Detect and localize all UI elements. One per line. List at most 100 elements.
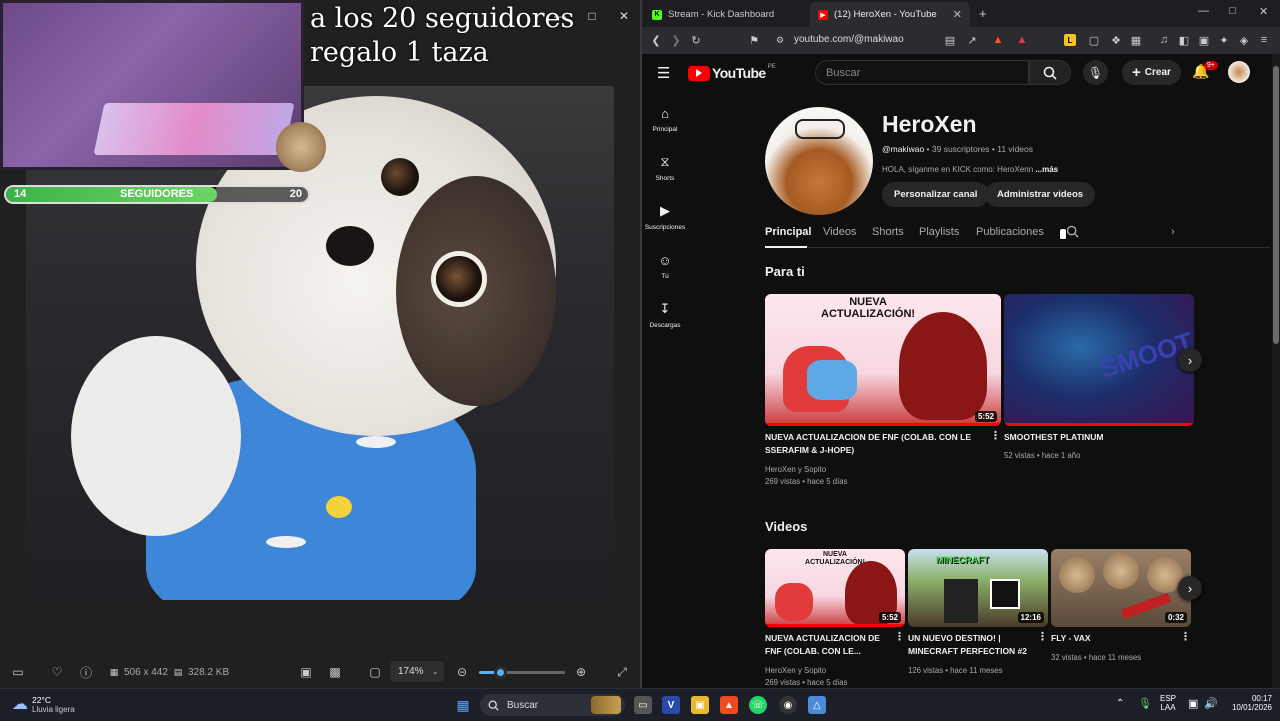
- start-icon[interactable]: ▦: [454, 696, 472, 714]
- weather-widget[interactable]: ☁ 22°C Lluvia ligera: [12, 694, 75, 714]
- tab-shorts[interactable]: Shorts: [872, 226, 904, 238]
- install-app-icon[interactable]: ▤: [942, 32, 958, 48]
- more-actions-icon[interactable]: ⋮: [1180, 630, 1191, 643]
- back-icon[interactable]: ❮: [648, 32, 664, 48]
- channel-description[interactable]: HOLA, síganme en KICK como: HeroXenn ...…: [882, 165, 1058, 174]
- tab-principal[interactable]: Principal: [765, 226, 811, 238]
- search-button[interactable]: [1029, 60, 1071, 85]
- guide-item-principal[interactable]: ⌂ Principal: [642, 104, 688, 134]
- video-title[interactable]: SMOOTHEST PLATINUM: [1004, 431, 1184, 444]
- guide-item-shorts[interactable]: ⧖ Shorts: [642, 153, 688, 182]
- carousel-next-button[interactable]: ›: [1178, 348, 1202, 372]
- url-text[interactable]: youtube.com/@makiwao: [794, 34, 904, 45]
- tab-youtube[interactable]: ▶ (12) HeroXen - YouTube ✕: [810, 2, 970, 27]
- carousel-next-button[interactable]: ›: [1178, 576, 1202, 600]
- volume-icon[interactable]: 🔊: [1204, 697, 1218, 710]
- network-icon[interactable]: ▣: [1188, 697, 1198, 710]
- account-avatar[interactable]: [1228, 61, 1250, 83]
- reload-icon[interactable]: ↻: [688, 32, 704, 48]
- scan-icon[interactable]: ▩: [325, 662, 345, 682]
- vpn-icon[interactable]: ◈: [1236, 32, 1252, 48]
- extension-icon[interactable]: L: [1064, 34, 1076, 46]
- obs-icon[interactable]: ◉: [779, 696, 797, 714]
- minimize-button[interactable]: —: [544, 0, 576, 32]
- crop-icon[interactable]: ▣: [296, 662, 316, 682]
- fullscreen-icon[interactable]: ⤢: [612, 662, 632, 682]
- more-actions-icon[interactable]: ⋮: [1037, 630, 1048, 643]
- more-actions-icon[interactable]: ⋮: [990, 429, 1001, 442]
- file-explorer-icon[interactable]: ▣: [691, 696, 709, 714]
- close-tab-icon[interactable]: ✕: [953, 8, 962, 21]
- language-indicator[interactable]: ESP LAA: [1160, 694, 1176, 712]
- chevron-up-icon[interactable]: ⌃: [1116, 698, 1124, 709]
- wallet-icon[interactable]: ▣: [1196, 32, 1212, 48]
- info-icon[interactable]: ⓘ: [76, 662, 96, 682]
- puzzle-icon[interactable]: ❖: [1108, 32, 1124, 48]
- zoom-in-icon[interactable]: ⊕: [571, 662, 591, 682]
- taskbar-search[interactable]: Buscar: [480, 694, 625, 716]
- create-button[interactable]: + Crear: [1122, 60, 1181, 85]
- youtube-logo[interactable]: YouTube PE: [688, 64, 776, 81]
- fit-icon[interactable]: ▢: [365, 662, 385, 682]
- video-thumbnail[interactable]: NUEVA ACTUALIZACIÓN! 5:52: [765, 294, 1001, 426]
- favorite-icon[interactable]: ♡: [47, 662, 67, 682]
- close-button[interactable]: ✕: [608, 0, 640, 32]
- zoom-out-icon[interactable]: ⊝: [452, 662, 472, 682]
- music-icon[interactable]: ♫: [1156, 32, 1172, 48]
- close-button[interactable]: ✕: [1259, 5, 1268, 18]
- voice-search-button[interactable]: 🎙: [1083, 60, 1108, 85]
- forward-icon[interactable]: ❯: [668, 32, 684, 48]
- task-view-icon[interactable]: ▭: [634, 696, 652, 714]
- video-title[interactable]: NUEVA ACTUALIZACION DE FNF (COLAB. CON L…: [765, 431, 980, 457]
- manage-videos-button[interactable]: Administrar videos: [985, 182, 1096, 207]
- whatsapp-icon[interactable]: ☏: [749, 696, 767, 714]
- maximize-button[interactable]: □: [576, 0, 608, 32]
- minimize-button[interactable]: —: [1198, 5, 1209, 17]
- video-thumbnail[interactable]: 0:32: [1051, 549, 1191, 627]
- tab-playlists[interactable]: Playlists: [919, 226, 959, 238]
- brave-icon[interactable]: ▲: [720, 696, 738, 714]
- clock[interactable]: 00:17 10/01/2026: [1224, 694, 1272, 712]
- extension-icon[interactable]: ▢: [1086, 32, 1102, 48]
- video-thumbnail[interactable]: NUEVA ACTUALIZACIÓN! 5:52: [765, 549, 905, 627]
- photos-icon[interactable]: △: [808, 696, 826, 714]
- more-actions-icon[interactable]: ⋮: [894, 630, 905, 643]
- guide-item-tu[interactable]: ☺ Tú: [642, 251, 688, 281]
- channel-avatar[interactable]: [765, 107, 873, 215]
- tab-kick-dashboard[interactable]: K Stream - Kick Dashboard: [644, 2, 810, 27]
- video-thumbnail[interactable]: MINECRAFT 12:16: [908, 549, 1048, 627]
- bookmark-icon[interactable]: ⚑: [746, 32, 762, 48]
- guide-item-suscripciones[interactable]: ▶︎ Suscripciones: [642, 202, 688, 231]
- video-title[interactable]: UN NUEVO DESTINO! | MINECRAFT PERFECTION …: [908, 632, 1043, 658]
- description-more-link[interactable]: ...más: [1035, 165, 1058, 174]
- share-icon[interactable]: ↗: [964, 32, 980, 48]
- microphone-icon[interactable]: 🎙: [1138, 697, 1152, 710]
- brave-shields-icon[interactable]: ▲: [990, 32, 1006, 48]
- new-tab-icon[interactable]: +: [979, 6, 987, 21]
- video-title[interactable]: NUEVA ACTUALIZACION DE FNF (COLAB. CON LE…: [765, 632, 895, 658]
- maximize-button[interactable]: □: [1229, 5, 1236, 17]
- search-input[interactable]: Buscar: [815, 60, 1029, 85]
- guide-item-descargas[interactable]: ↧ Descargas: [642, 300, 688, 329]
- page-scrollbar[interactable]: [1272, 54, 1280, 688]
- tab-videos[interactable]: Videos: [823, 226, 856, 238]
- hamburger-menu-icon[interactable]: ☰: [657, 64, 670, 82]
- menu-icon[interactable]: ≡: [1256, 32, 1272, 48]
- video-title[interactable]: FLY - VAX: [1051, 632, 1181, 645]
- app-v-icon[interactable]: V: [662, 696, 680, 714]
- filmstrip-icon[interactable]: ▭: [8, 662, 28, 682]
- extension-icon[interactable]: ▦: [1128, 32, 1144, 48]
- scrollbar-thumb[interactable]: [1273, 66, 1279, 344]
- sidebar-icon[interactable]: ◧: [1176, 32, 1192, 48]
- tab-publicaciones[interactable]: Publicaciones: [976, 226, 1044, 238]
- zoom-dropdown[interactable]: 174% ⌄: [390, 661, 444, 682]
- customize-channel-button[interactable]: Personalizar canal: [882, 182, 990, 207]
- zoom-slider-thumb[interactable]: [493, 666, 507, 679]
- leo-ai-icon[interactable]: ✦: [1216, 32, 1232, 48]
- channel-search-button[interactable]: [1066, 225, 1079, 243]
- chevron-right-icon[interactable]: ›: [1171, 226, 1175, 238]
- site-settings-icon[interactable]: ⚙: [772, 32, 788, 48]
- zoom-slider[interactable]: [479, 666, 565, 679]
- video-thumbnail[interactable]: SMOOT: [1004, 294, 1194, 426]
- brave-rewards-icon[interactable]: ▲: [1014, 32, 1030, 48]
